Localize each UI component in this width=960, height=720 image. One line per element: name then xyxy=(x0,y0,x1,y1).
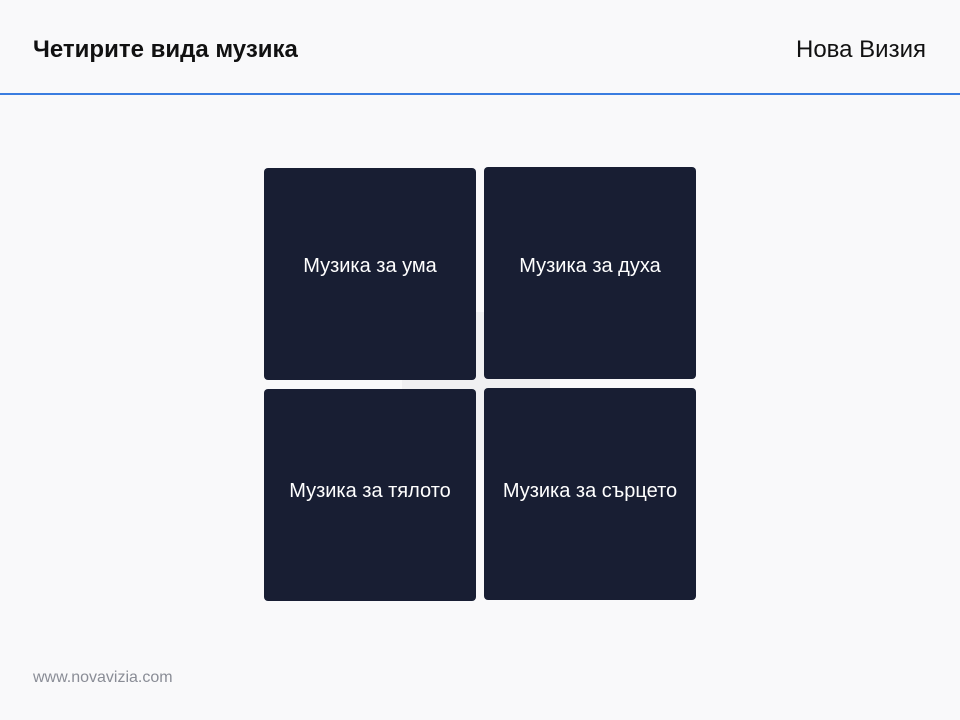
page-title: Четирите вида музика xyxy=(33,36,298,63)
footer-url: www.novavizia.com xyxy=(33,669,173,686)
header-bar: Четирите вида музика Нова Визия xyxy=(0,0,960,95)
tile-label: Музика за духа xyxy=(519,255,661,277)
tile-label: Музика за сърцето xyxy=(502,480,678,502)
tile-music-for-spirit: Музика за духа xyxy=(484,167,696,379)
tile-music-for-body: Музика за тялото xyxy=(264,389,476,601)
tile-label: Музика за ума xyxy=(303,255,437,277)
brand-name: Нова Визия xyxy=(796,36,926,63)
tile-label: Музика за тялото xyxy=(289,480,451,502)
tile-music-for-mind: Музика за ума xyxy=(264,168,476,380)
slide: Четирите вида музика Нова Визия Музика з… xyxy=(0,0,960,720)
tile-music-for-heart: Музика за сърцето xyxy=(484,388,696,600)
